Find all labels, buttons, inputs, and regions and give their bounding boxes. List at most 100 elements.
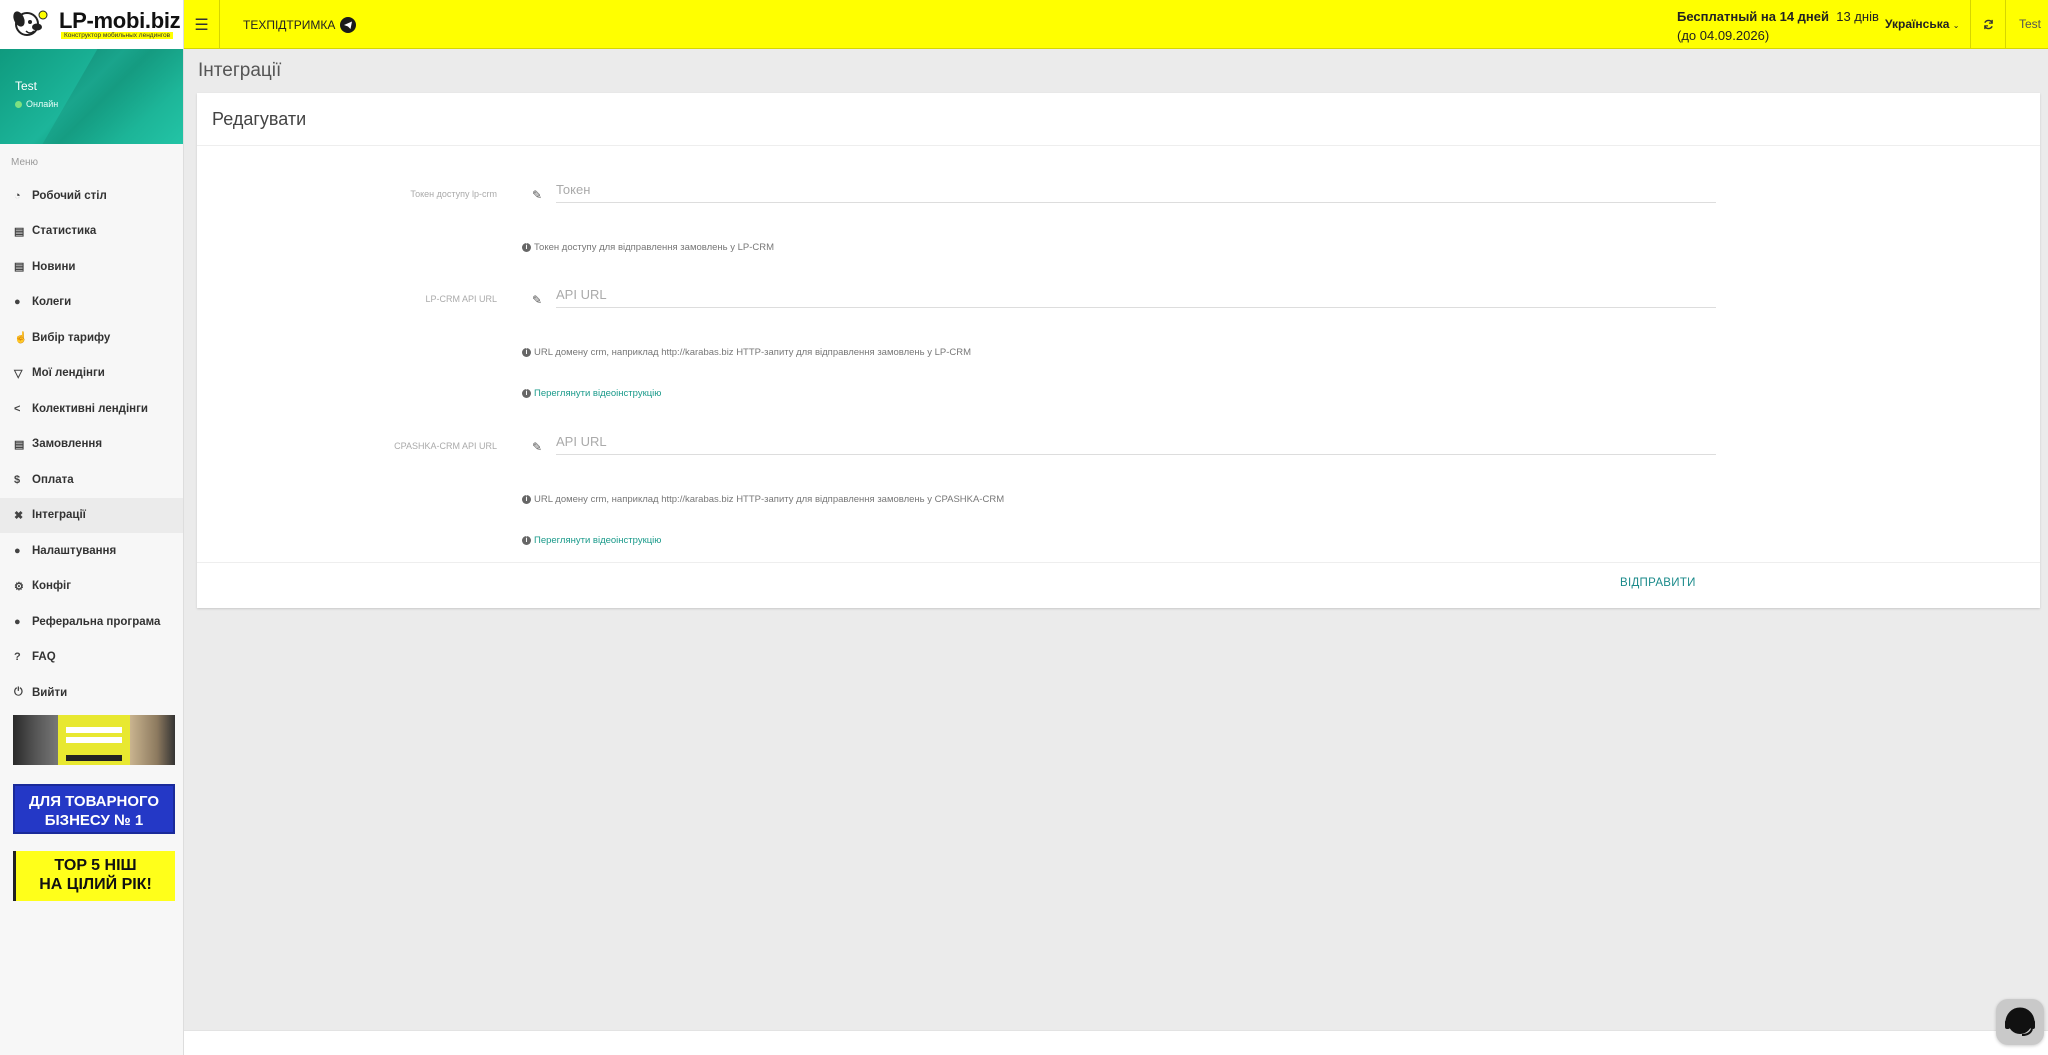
cpashka-url-input[interactable]	[556, 429, 1716, 455]
menu-header: Меню	[11, 157, 39, 168]
hint-text: Токен доступу для відправлення замовлень…	[534, 242, 775, 253]
plug-icon: ✖	[14, 509, 24, 522]
cpashka-video-hint: i Переглянути відеоінструкцію	[522, 535, 661, 546]
banner2-line1: ДЛЯ ТОВАРНОГО	[28, 793, 159, 810]
info-icon: i	[522, 389, 531, 398]
online-dot-icon	[15, 100, 22, 108]
user-menu[interactable]: Test	[2019, 17, 2041, 31]
sidebar-item-tariff[interactable]: ☝ Вибір тарифу	[0, 320, 183, 356]
sidebar-item-label: Колективні лендінги	[32, 402, 148, 415]
edit-card: Редагувати Токен доступу lp-crm ✎ i Токе…	[197, 93, 2040, 608]
sidebar-item-dashboard[interactable]: ◔ Робочий стіл	[0, 178, 183, 214]
sidebar-item-faq[interactable]: ? FAQ	[0, 640, 183, 676]
banner-form-field	[66, 737, 122, 743]
banner-photo-left	[13, 715, 58, 765]
sidebar-item-label: FAQ	[32, 651, 56, 664]
status-label: Онлайн	[26, 99, 59, 109]
sidebar-item-integrations[interactable]: ✖ Інтеграції	[0, 497, 183, 533]
sidebar-item-my-landings[interactable]: ▽ Мої лендінги	[0, 356, 183, 392]
sidebar-item-statistics[interactable]: ▤ Статистика	[0, 214, 183, 250]
banner3-line1: TOP 5 НІШ	[54, 857, 137, 874]
trial-days-left: 13 днів	[1836, 9, 1879, 24]
trial-info: Бесплатный на 14 дней 13 днів (до 04.09.…	[1677, 7, 1879, 45]
sidebar-item-label: Налаштування	[32, 544, 117, 557]
info-icon: i	[522, 243, 531, 252]
sidebar-item-label: Колеги	[32, 296, 72, 309]
token-field-label: Токен доступу lp-crm	[410, 189, 497, 199]
sidebar-item-payment[interactable]: $ Оплата	[0, 462, 183, 498]
user-profile: Test Онлайн	[0, 49, 183, 144]
banner-form-button	[66, 755, 122, 761]
video-instruction-link[interactable]: Переглянути відеоінструкцію	[534, 388, 661, 399]
sidebar-item-news[interactable]: ▤ Новини	[0, 249, 183, 285]
flask-icon: ▽	[14, 367, 23, 380]
token-input[interactable]	[556, 177, 1716, 203]
sidebar-item-collective-landings[interactable]: < Колективні лендінги	[0, 391, 183, 427]
video-instruction-link[interactable]: Переглянути відеоінструкцію	[534, 535, 661, 546]
sidebar-item-label: Новини	[32, 260, 76, 273]
promo-banner-photo[interactable]	[13, 715, 175, 765]
promo-banner-top5[interactable]: TOP 5 НІШ НА ЦІЛИЙ РІК!	[13, 851, 175, 901]
pencil-icon: ✎	[532, 188, 543, 202]
card-footer: ВІДПРАВИТИ	[197, 562, 2040, 608]
refresh-icon	[1983, 19, 1993, 30]
lp-crm-url-label: LP-CRM API URL	[425, 294, 497, 304]
telegram-icon	[340, 17, 357, 33]
sidebar-item-label: Мої лендінги	[32, 367, 105, 380]
users-icon: ●	[14, 296, 21, 309]
hamburger-icon: ☰	[194, 16, 209, 34]
sidebar-item-referral[interactable]: ● Реферальна програма	[0, 604, 183, 640]
dashboard-icon: ◔	[14, 189, 21, 202]
hint-text: URL домену crm, наприклад http://karabas…	[534, 347, 972, 358]
sidebar-item-label: Інтеграції	[32, 509, 86, 522]
submit-button[interactable]: ВІДПРАВИТИ	[1620, 577, 1696, 589]
hint-text: URL домену crm, наприклад http://karabas…	[534, 494, 1005, 505]
trial-until: (до 04.09.2026)	[1677, 28, 1770, 43]
sidebar-item-label: Вийти	[32, 686, 68, 699]
support-label: ТЕХПІДТРИМКА	[243, 18, 336, 32]
sidebar-item-settings[interactable]: ● Налаштування	[0, 533, 183, 569]
logo[interactable]: LP-mobi.biz Конструктор мобильных лендин…	[0, 0, 184, 49]
dog-logo-icon	[13, 10, 48, 36]
page-footer	[184, 1030, 2048, 1055]
pencil-icon: ✎	[532, 440, 543, 454]
bar-chart-icon: ▤	[14, 225, 25, 238]
question-icon: ?	[14, 651, 21, 664]
profile-name: Test	[15, 79, 38, 93]
info-icon: i	[522, 348, 531, 357]
menu-toggle-button[interactable]: ☰	[184, 0, 220, 49]
sidebar-item-label: Оплата	[32, 473, 74, 486]
refresh-button[interactable]	[1970, 0, 2006, 49]
language-dropdown[interactable]: Українська ⌄	[1885, 17, 1959, 31]
banner-form-panel	[58, 715, 130, 765]
logo-subtitle: Конструктор мобильных лендингов	[61, 32, 174, 39]
sidebar-item-logout[interactable]: ⏻ Вийти	[0, 675, 183, 711]
cogs-icon: ⚙	[14, 580, 24, 593]
support-chat-button[interactable]	[1996, 999, 2044, 1045]
lp-crm-url-input[interactable]	[556, 282, 1716, 308]
lp-crm-url-hint: i URL домену crm, наприклад http://karab…	[522, 347, 971, 358]
info-icon: i	[522, 495, 531, 504]
banner-form-field	[66, 727, 122, 733]
sidebar-item-colleagues[interactable]: ● Колеги	[0, 285, 183, 321]
sidebar-item-label: Реферальна програма	[32, 615, 161, 628]
support-link[interactable]: ТЕХПІДТРИМКА	[243, 17, 357, 33]
sidebar-item-label: Вибір тарифу	[32, 331, 111, 344]
power-icon: ⏻	[14, 686, 23, 699]
promo-banner-business[interactable]: ДЛЯ ТОВАРНОГО БІЗНЕСУ № 1	[13, 784, 175, 834]
hand-pointer-icon: ☝	[14, 332, 28, 345]
sidebar-item-config[interactable]: ⚙ Конфіг	[0, 569, 183, 605]
sidebar-item-label: Замовлення	[32, 438, 103, 451]
language-label: Українська	[1885, 17, 1950, 31]
headset-icon	[2005, 1007, 2035, 1036]
card-title: Редагувати	[197, 93, 2040, 146]
profile-status: Онлайн	[15, 99, 58, 109]
newspaper-icon: ▤	[14, 261, 25, 274]
sidebar-item-label: Статистика	[32, 225, 97, 238]
sidebar-item-label: Конфіг	[32, 580, 72, 593]
sidebar-item-orders[interactable]: ▤ Замовлення	[0, 427, 183, 463]
dollar-icon: $	[14, 473, 21, 486]
lp-crm-video-hint: i Переглянути відеоінструкцію	[522, 388, 661, 399]
banner-photo-right	[130, 715, 175, 765]
cart-icon: ▤	[14, 438, 25, 451]
